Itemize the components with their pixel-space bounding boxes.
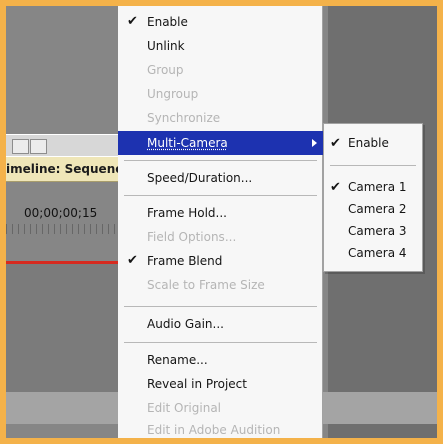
menu-item-ungroup: Ungroup [147,87,199,101]
timeline-ruler[interactable] [6,224,124,234]
menu-item-group: Group [147,63,184,77]
menu-item-synchronize: Synchronize [147,111,221,125]
menu-item-field-options: Field Options... [147,230,237,244]
scroll-left-button[interactable] [12,139,29,154]
submenu-separator [330,165,416,166]
screenshot-canvas: imeline: Sequenc 00;00;00;15 ✔ Enable Unl… [6,6,437,438]
menu-item-edit-in-adobe-audition: Edit in Adobe Audition [147,423,281,437]
menu-item-rename[interactable]: Rename... [118,348,323,372]
checkmark-icon: ✔ [127,14,138,29]
menu-item-enable[interactable]: ✔ Enable [118,10,323,34]
menu-separator [124,195,317,196]
submenu-item-enable[interactable]: ✔ Enable [324,132,422,155]
image-frame: imeline: Sequenc 00;00;00;15 ✔ Enable Unl… [0,0,443,444]
timeline-track-area [6,264,124,392]
menu-separator [124,342,317,343]
menu-item-scale-to-frame-size: Scale to Frame Size [147,278,265,292]
submenu-item-camera-1[interactable]: ✔ Camera 1 [324,176,422,199]
menu-item-speed-duration[interactable]: Speed/Duration... [118,166,323,190]
menu-item-reveal-in-project[interactable]: Reveal in Project [118,372,323,396]
checkmark-icon: ✔ [127,253,138,268]
multi-camera-submenu: ✔ Enable ✔ Camera 1 Camera 2 Camera 3 Came… [323,123,423,272]
menu-separator [124,306,317,307]
menu-item-multi-camera[interactable]: Multi-Camera [118,131,323,155]
menu-item-unlink[interactable]: Unlink [118,34,323,58]
submenu-item-camera-4[interactable]: Camera 4 [324,242,422,265]
checkmark-icon: ✔ [330,136,341,151]
timeline-tab[interactable]: imeline: Sequenc [6,156,124,182]
context-menu: ✔ Enable Unlink Group Ungroup Synchronize… [118,6,323,438]
horizontal-scrollbar[interactable] [6,134,124,158]
menu-separator [124,160,317,161]
submenu-arrow-icon [312,139,317,147]
timecode-display: 00;00;00;15 [24,206,98,220]
menu-item-edit-original: Edit Original [147,401,222,415]
timeline-tab-label: imeline: Sequenc [6,162,123,176]
menu-item-audio-gain[interactable]: Audio Gain... [118,312,323,336]
scroll-right-button[interactable] [30,139,47,154]
checkmark-icon: ✔ [330,180,341,195]
submenu-item-camera-2[interactable]: Camera 2 [324,198,422,221]
menu-item-frame-blend[interactable]: ✔ Frame Blend [118,249,323,273]
menu-item-frame-hold[interactable]: Frame Hold... [118,201,323,225]
submenu-item-camera-3[interactable]: Camera 3 [324,220,422,243]
